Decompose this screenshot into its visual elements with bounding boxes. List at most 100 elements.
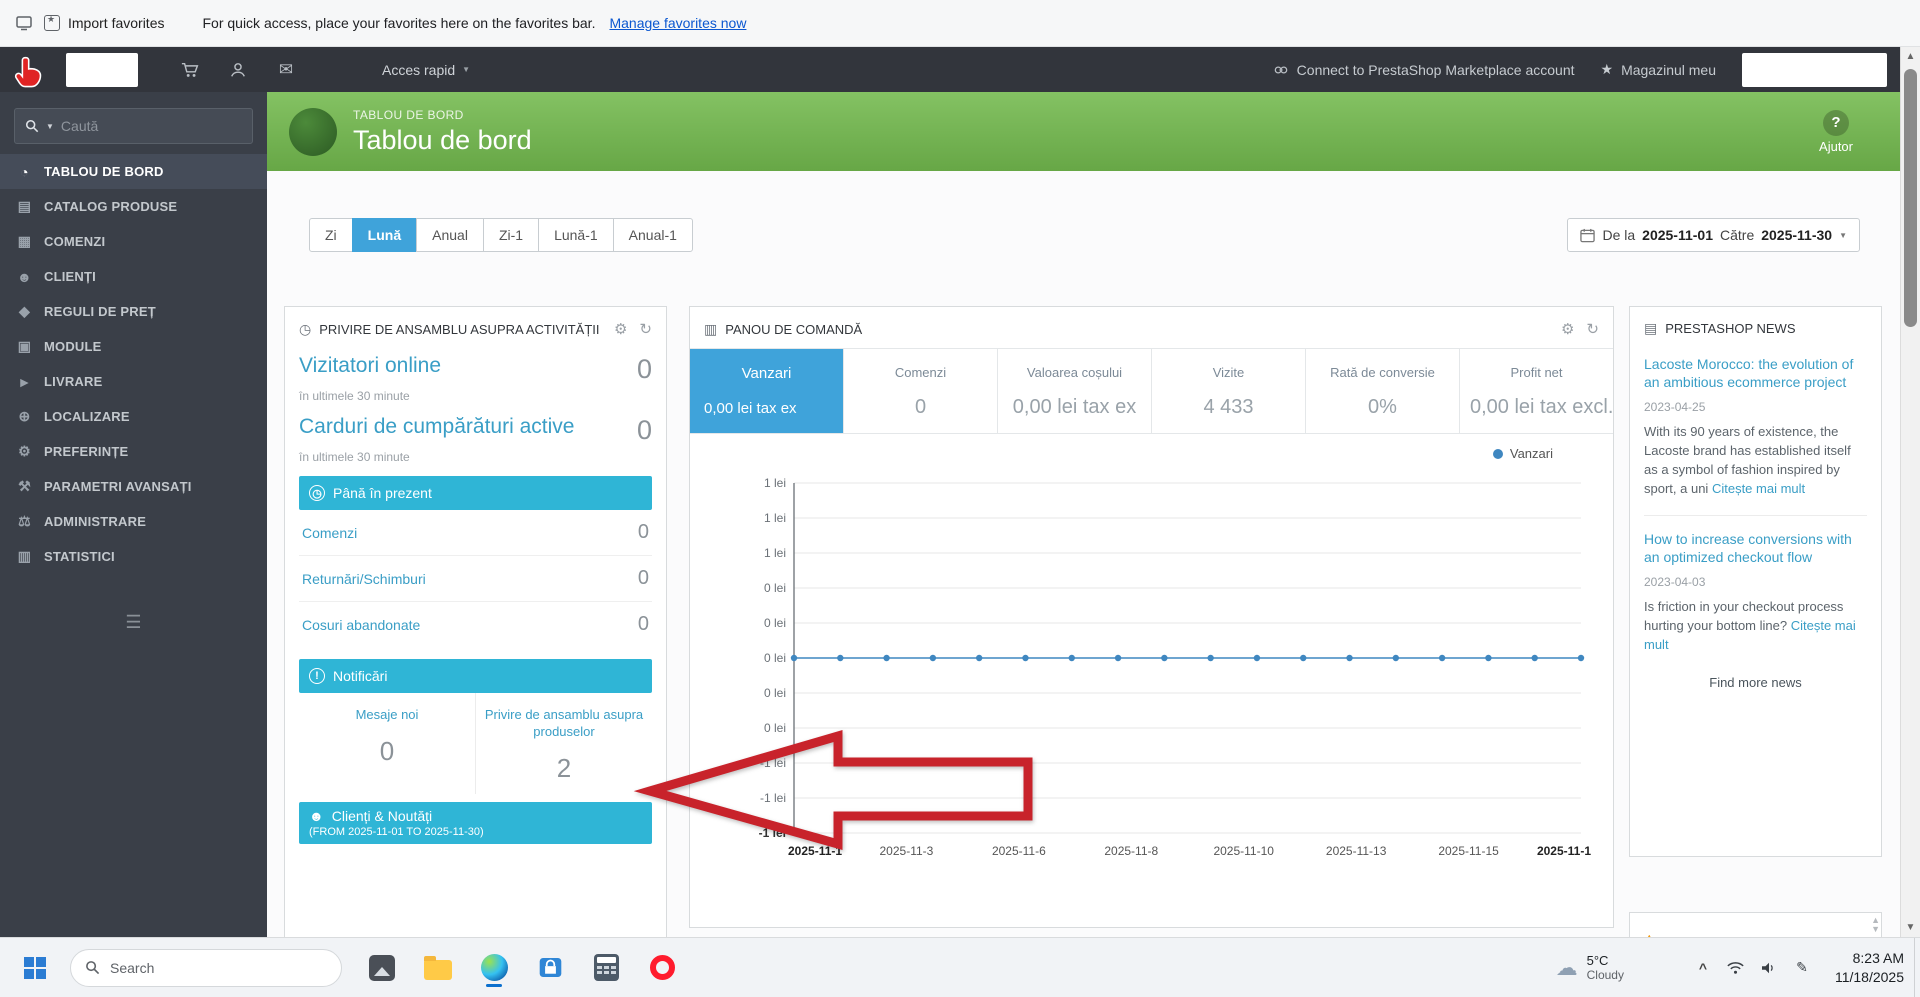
mail-icon[interactable]: ✉ — [276, 60, 296, 80]
read-more-link[interactable]: Citește mai mult — [1712, 481, 1805, 496]
range-tab-anual[interactable]: Anual — [416, 218, 484, 252]
calculator-icon[interactable] — [586, 948, 626, 988]
kpi-value: 0,00 lei tax ex — [704, 400, 797, 417]
taskbar-search[interactable]: Search — [70, 948, 342, 987]
scroll-down-icon[interactable]: ▼ — [1871, 925, 1880, 934]
user-icon[interactable] — [228, 60, 248, 80]
employee-name-redacted[interactable] — [1742, 52, 1887, 87]
svg-text:1 lei: 1 lei — [764, 546, 786, 560]
sidebar-item-localization[interactable]: ⊕ LOCALIZARE — [0, 399, 267, 434]
article-title-link[interactable]: Lacoste Morocco: the evolution of an amb… — [1644, 355, 1867, 391]
cart-icon[interactable] — [180, 60, 200, 80]
svg-text:2025-11-8: 2025-11-8 — [1104, 844, 1158, 858]
pen-icon[interactable]: ✎ — [1793, 959, 1811, 977]
sidebar-item-modules[interactable]: ▣ MODULE — [0, 329, 267, 364]
kpi-net-profit[interactable]: Profit net 0,00 lei tax excl. — [1460, 349, 1613, 433]
so-far-header: ◷ Până în prezent — [299, 476, 652, 510]
import-favorites-label: Import favorites — [68, 15, 165, 31]
scrollbar-up-arrow[interactable]: ▲ — [1901, 51, 1920, 62]
search-scope-caret-icon[interactable]: ▼ — [46, 122, 54, 131]
refresh-icon[interactable]: ↻ — [639, 320, 652, 338]
taskbar-app-icons — [362, 948, 682, 988]
sidebar-item-stats[interactable]: ▥ STATISTICI — [0, 539, 267, 574]
date-range-picker[interactable]: De la 2025-11-01 Către 2025-11-30 ▼ — [1567, 218, 1860, 252]
range-tab-luna-1[interactable]: Lună-1 — [538, 218, 614, 252]
sidebar-item-preferences[interactable]: ⚙ PREFERINȚE — [0, 434, 267, 469]
svg-text:0 lei: 0 lei — [764, 581, 786, 595]
modules-icon: ▣ — [17, 338, 32, 354]
sidebar-nav: ◔ TABLOU DE BORD ▤ CATALOG PRODUSE ▦ COM… — [0, 154, 267, 574]
page-title: Tablou de bord — [353, 124, 532, 155]
sidebar-item-price-rules[interactable]: ◆ REGULI DE PREȚ — [0, 294, 267, 329]
preferences-icon: ⚙ — [18, 443, 31, 459]
microsoft-store-icon[interactable] — [530, 948, 570, 988]
sidebar-item-shipping[interactable]: ► LIVRARE — [0, 364, 267, 399]
gear-icon[interactable]: ⚙ — [614, 320, 627, 338]
shop-logo-redacted[interactable] — [66, 52, 138, 87]
refresh-icon[interactable]: ↻ — [1586, 320, 1599, 338]
wifi-icon[interactable] — [1727, 959, 1745, 977]
sidebar-item-dashboard[interactable]: ◔ TABLOU DE BORD — [0, 154, 267, 189]
sidebar-item-orders[interactable]: ▦ COMENZI — [0, 224, 267, 259]
product-overview-value: 2 — [556, 752, 572, 783]
find-more-news-link[interactable]: Find more news — [1644, 675, 1867, 690]
opera-icon[interactable] — [642, 948, 682, 988]
content-scrollbar-buttons[interactable]: ▲ ▼ — [1871, 916, 1880, 934]
range-tab-luna[interactable]: Lună — [351, 218, 418, 252]
start-button[interactable] — [12, 945, 58, 991]
scrollbar-down-arrow[interactable]: ▼ — [1901, 922, 1920, 933]
edge-browser-icon[interactable] — [474, 948, 514, 988]
date-from-label: De la — [1602, 227, 1636, 243]
active-carts-link[interactable]: Carduri de cumpărături active — [299, 415, 574, 439]
kpi-value: 4 433 — [1203, 396, 1254, 418]
help-label: Ajutor — [1819, 138, 1853, 154]
orders-link[interactable]: Comenzi — [302, 525, 357, 541]
manage-favorites-link[interactable]: Manage favorites now — [609, 15, 746, 31]
scrollbar-thumb[interactable] — [1904, 69, 1917, 327]
sidebar-search-input[interactable] — [60, 118, 242, 134]
svg-text:2025-11-13: 2025-11-13 — [1326, 844, 1387, 858]
photos-app-icon[interactable] — [362, 948, 402, 988]
kpi-conversion-rate[interactable]: Rată de conversie 0% — [1306, 349, 1460, 433]
file-explorer-icon[interactable] — [418, 948, 458, 988]
gear-icon[interactable]: ⚙ — [1561, 320, 1574, 338]
chart-legend: Vanzari — [690, 434, 1613, 461]
volume-icon[interactable] — [1760, 959, 1778, 977]
tray-expand-icon[interactable]: ^ — [1694, 959, 1712, 977]
weather-widget[interactable]: ☁ 5°C Cloudy — [1556, 953, 1624, 982]
kpi-visits[interactable]: Vizite 4 433 — [1152, 349, 1306, 433]
returns-link[interactable]: Returnări/Schimburi — [302, 571, 426, 587]
marketplace-link[interactable]: Connect to PrestaShop Marketplace accoun… — [1273, 62, 1575, 78]
range-tab-anual-1[interactable]: Anual-1 — [612, 218, 693, 252]
kpi-orders[interactable]: Comenzi 0 — [844, 349, 998, 433]
sidebar-item-customers[interactable]: ☻ CLIENȚI — [0, 259, 267, 294]
my-shop-link[interactable]: ★ Magazinul meu — [1601, 61, 1717, 78]
kpi-cart-value[interactable]: Valoarea coșului 0,00 lei tax ex — [998, 349, 1152, 433]
advanced-parameters-icon: ⚒ — [18, 478, 31, 494]
sidebar-item-catalog[interactable]: ▤ CATALOG PRODUSE — [0, 189, 267, 224]
localization-icon: ⊕ — [18, 408, 31, 424]
show-desktop-button[interactable] — [1914, 937, 1920, 997]
new-messages-link[interactable]: Mesaje noi — [307, 707, 467, 724]
help-button[interactable]: ? Ajutor — [1819, 109, 1853, 154]
product-overview-link[interactable]: Privire de ansamblu asupra produselor — [484, 707, 644, 741]
sidebar-collapse-handle[interactable]: ☰ — [0, 612, 267, 633]
online-visitors-value: 0 — [636, 354, 652, 384]
browser-scrollbar[interactable]: ▲ ▼ — [1900, 47, 1920, 937]
dashboard-page-icon — [289, 107, 337, 156]
quick-access-menu[interactable]: Acces rapid ▼ — [382, 62, 470, 78]
favorites-bar-icon[interactable] — [14, 13, 34, 33]
range-tab-zi[interactable]: Zi — [309, 218, 353, 252]
sidebar-item-advanced-parameters[interactable]: ⚒ PARAMETRI AVANSAȚI — [0, 469, 267, 504]
taskbar-clock[interactable]: 8:23 AM 11/18/2025 — [1835, 949, 1904, 987]
sidebar-item-label: CATALOG PRODUSE — [44, 199, 178, 214]
range-tab-zi-1[interactable]: Zi-1 — [482, 218, 540, 252]
sidebar-item-administration[interactable]: ⚖ ADMINISTRARE — [0, 504, 267, 539]
topbar-right: Connect to PrestaShop Marketplace accoun… — [1273, 52, 1920, 87]
abandoned-carts-link[interactable]: Cosuri abandonate — [302, 617, 420, 633]
kpi-sales[interactable]: Vanzari 0,00 lei tax ex — [690, 349, 844, 433]
article-title-link[interactable]: How to increase conversions with an opti… — [1644, 530, 1867, 566]
customers-news-header: ☻ Clienți & Noutăți (FROM 2025-11-01 TO … — [299, 801, 652, 844]
import-favorites-button[interactable]: Import favorites — [44, 14, 165, 31]
online-visitors-link[interactable]: Vizitatori online — [299, 354, 441, 378]
